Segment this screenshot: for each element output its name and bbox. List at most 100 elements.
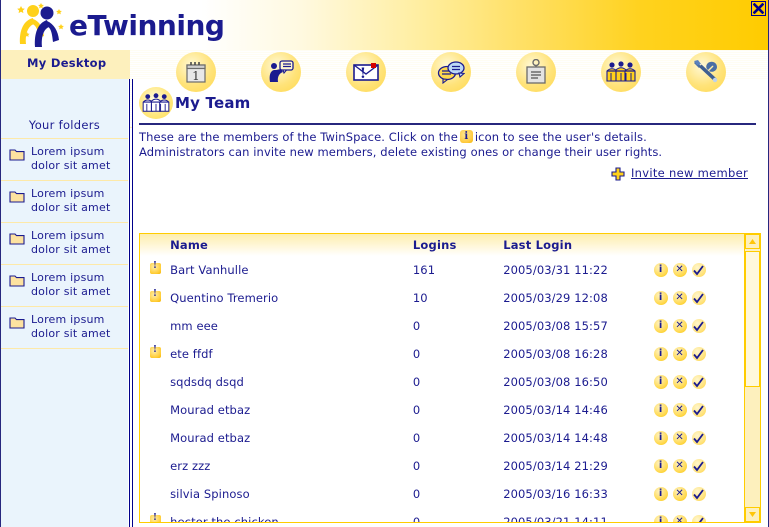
- sidebar-divider-outer: [129, 79, 130, 527]
- sidebar-item-folder-4[interactable]: Lorem ipsum dolor sit amet: [1, 264, 128, 306]
- invite-new-member-link[interactable]: Invite new member: [631, 166, 748, 180]
- info-action[interactable]: i: [653, 319, 668, 333]
- table-row: sqdsdq dsqd 0 2005/03/08 16:50 i ✕: [140, 368, 744, 396]
- bulletin-board-icon: [516, 52, 556, 92]
- info-action[interactable]: i: [653, 375, 668, 389]
- sidebar-item-folder-2[interactable]: Lorem ipsum dolor sit amet: [1, 180, 128, 222]
- cell-flag: !: [140, 340, 170, 368]
- cell-name: Mourad etbaz: [170, 431, 251, 445]
- cell-actions: i ✕: [653, 424, 744, 452]
- cell-actions: i ✕: [653, 368, 744, 396]
- scrollbar-thumb[interactable]: [745, 251, 760, 387]
- approve-action[interactable]: [691, 291, 706, 305]
- cell-flag: [140, 396, 170, 424]
- main-content: My Team These are the members of the Twi…: [133, 79, 768, 527]
- cell-logins: 0: [412, 431, 421, 445]
- cell-actions: i ✕: [653, 508, 744, 522]
- cell-flag: [140, 480, 170, 508]
- table-row: Mourad etbaz 0 2005/03/14 14:48 i ✕: [140, 424, 744, 452]
- scrollbar-up-button[interactable]: [745, 234, 760, 249]
- table-row: ! hector the chicken 0 2005/03/21 14:11 i ✕: [140, 508, 744, 522]
- cell-last-login: 2005/03/14 21:29: [503, 459, 608, 473]
- approve-action[interactable]: [691, 403, 706, 417]
- settings-icon: [686, 52, 726, 92]
- svg-text:1: 1: [192, 69, 200, 83]
- info-action[interactable]: i: [653, 515, 668, 522]
- cell-name: Bart Vanhulle: [170, 263, 249, 277]
- cell-logins: 0: [412, 319, 421, 333]
- plus-icon: [611, 166, 625, 181]
- col-name: Name: [170, 234, 413, 256]
- delete-action[interactable]: ✕: [672, 487, 687, 501]
- sidebar-item-folder-3[interactable]: Lorem ipsum dolor sit amet: [1, 222, 128, 264]
- delete-action[interactable]: ✕: [672, 291, 687, 305]
- sidebar-item-folder-5[interactable]: Lorem ipsum dolor sit amet: [1, 306, 128, 349]
- chat-icon: [431, 52, 471, 92]
- folder-icon: [9, 314, 25, 333]
- cell-actions: i ✕: [653, 256, 744, 284]
- table-row: mm eee 0 2005/03/08 15:57 i ✕: [140, 312, 744, 340]
- forum-icon: [261, 52, 301, 92]
- approve-action[interactable]: [691, 375, 706, 389]
- approve-action[interactable]: [691, 319, 706, 333]
- approve-action[interactable]: [691, 459, 706, 473]
- delete-action[interactable]: ✕: [672, 375, 687, 389]
- brand-logo: eTwinning: [13, 2, 225, 48]
- delete-action[interactable]: ✕: [672, 347, 687, 361]
- info-action[interactable]: i: [653, 459, 668, 473]
- admin-flag-icon: !: [149, 345, 161, 358]
- cell-name: sqdsdq dsqd: [170, 375, 244, 389]
- folder-icon: [9, 272, 25, 291]
- sidebar-item-label: Lorem ipsum dolor sit amet: [31, 271, 111, 298]
- cell-last-login: 2005/03/08 16:50: [503, 375, 608, 389]
- vertical-scrollbar[interactable]: [744, 234, 760, 522]
- info-icon: i: [459, 130, 473, 143]
- info-action[interactable]: i: [653, 403, 668, 417]
- admin-flag-icon: !: [149, 513, 161, 522]
- scrollbar-down-button[interactable]: [745, 507, 760, 522]
- sidebar-item-label: Lorem ipsum dolor sit amet: [31, 229, 111, 256]
- cell-name: mm eee: [170, 319, 218, 333]
- table-row: ! ete ffdf 0 2005/03/08 16:28 i ✕: [140, 340, 744, 368]
- cell-name: silvia Spinoso: [170, 487, 250, 501]
- cell-name: hector the chicken: [170, 515, 279, 522]
- delete-action[interactable]: ✕: [672, 319, 687, 333]
- cell-name: Mourad etbaz: [170, 403, 251, 417]
- admin-flag-icon: !: [149, 289, 161, 302]
- info-action[interactable]: i: [653, 291, 668, 305]
- approve-action[interactable]: [691, 431, 706, 445]
- my-team-icon: [601, 52, 641, 92]
- etwinning-app-window: eTwinning My Desktop My TwinSpace 1: [0, 0, 769, 527]
- delete-action[interactable]: ✕: [672, 459, 687, 473]
- cell-flag: !: [140, 256, 170, 284]
- cell-actions: i ✕: [653, 284, 744, 312]
- intro-text: These are the members of the TwinSpace. …: [139, 130, 756, 160]
- approve-action[interactable]: [691, 263, 706, 277]
- col-actions: [653, 234, 744, 256]
- intro-line-1a: These are the members of the TwinSpace. …: [139, 130, 458, 144]
- table-row: silvia Spinoso 0 2005/03/16 16:33 i ✕: [140, 480, 744, 508]
- delete-action[interactable]: ✕: [672, 515, 687, 522]
- col-last-login: Last Login: [503, 234, 654, 256]
- approve-action[interactable]: [691, 487, 706, 501]
- table-row: Mourad etbaz 0 2005/03/14 14:46 i ✕: [140, 396, 744, 424]
- close-icon[interactable]: [751, 1, 766, 16]
- sidebar-item-folder-1[interactable]: Lorem ipsum dolor sit amet: [1, 138, 128, 180]
- cell-actions: i ✕: [653, 340, 744, 368]
- cell-last-login: 2005/03/31 11:22: [503, 263, 608, 277]
- calendar-icon: 1: [176, 52, 216, 92]
- invite-new-member-row[interactable]: Invite new member: [133, 166, 748, 181]
- info-action[interactable]: i: [653, 263, 668, 277]
- info-action[interactable]: i: [653, 347, 668, 361]
- delete-action[interactable]: ✕: [672, 403, 687, 417]
- delete-action[interactable]: ✕: [672, 263, 687, 277]
- info-action[interactable]: i: [653, 431, 668, 445]
- cell-name: Quentino Tremerio: [170, 291, 279, 305]
- approve-action[interactable]: [691, 515, 706, 522]
- intro-line-1b: icon to see the user's details.: [474, 130, 647, 144]
- cell-last-login: 2005/03/29 12:08: [503, 291, 608, 305]
- delete-action[interactable]: ✕: [672, 431, 687, 445]
- cell-last-login: 2005/03/14 14:46: [503, 403, 608, 417]
- info-action[interactable]: i: [653, 487, 668, 501]
- approve-action[interactable]: [691, 347, 706, 361]
